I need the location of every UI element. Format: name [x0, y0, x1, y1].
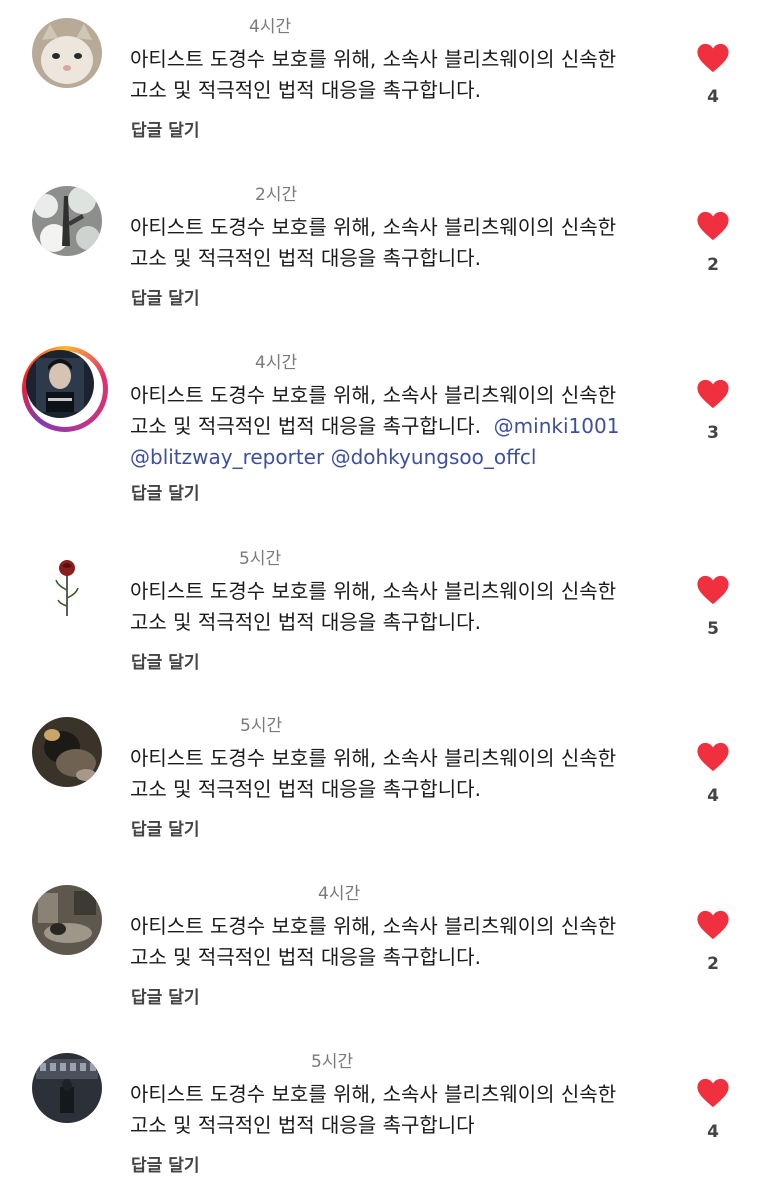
comment-text-line: 고소 및 적극적인 법적 대응을 촉구합니다. @minki1001: [130, 411, 690, 442]
avatar: [26, 350, 94, 418]
comment-text: 아티스트 도경수 보호를 위해, 소속사 블리츠웨이의 신속한 고소 및 적극적…: [130, 576, 690, 638]
avatar[interactable]: [32, 885, 102, 955]
comment-text: 아티스트 도경수 보호를 위해, 소속사 블리츠웨이의 신속한 고소 및 적극적…: [130, 212, 690, 274]
avatar-story-ring[interactable]: [22, 346, 108, 432]
heart-icon[interactable]: [696, 909, 730, 941]
comment-text-line: 고소 및 적극적인 법적 대응을 촉구합니다.: [130, 777, 481, 801]
like-count: 4: [707, 1122, 719, 1142]
comment-text: 아티스트 도경수 보호를 위해, 소속사 블리츠웨이의 신속한 고소 및 적극적…: [130, 911, 690, 973]
comment-text: 아티스트 도경수 보호를 위해, 소속사 블리츠웨이의 신속한 고소 및 적극적…: [130, 380, 690, 473]
comment-text: 아티스트 도경수 보호를 위해, 소속사 블리츠웨이의 신속한 고소 및 적극적…: [130, 1079, 690, 1141]
comment-timestamp: 5시간: [239, 549, 282, 569]
reply-button[interactable]: 답글 달기: [131, 648, 199, 673]
comment-text-line: @blitzway_reporter @dohkyungsoo_offcl: [130, 442, 690, 473]
comment-item: 2시간 아티스트 도경수 보호를 위해, 소속사 블리츠웨이의 신속한 고소 및…: [0, 168, 769, 328]
reply-button[interactable]: 답글 달기: [131, 815, 199, 840]
like-count: 4: [707, 786, 719, 806]
comment-timestamp: 4시간: [249, 17, 292, 37]
comment-text-line: 고소 및 적극적인 법적 대응을 촉구합니다.: [130, 246, 481, 270]
comment-text: 아티스트 도경수 보호를 위해, 소속사 블리츠웨이의 신속한 고소 및 적극적…: [130, 44, 690, 106]
like-count: 2: [707, 954, 719, 974]
reply-button[interactable]: 답글 달기: [131, 983, 199, 1008]
comment-text-line: 아티스트 도경수 보호를 위해, 소속사 블리츠웨이의 신속한: [130, 579, 617, 603]
heart-icon[interactable]: [696, 574, 730, 606]
comment-timestamp: 2시간: [255, 185, 298, 205]
comment-text: 아티스트 도경수 보호를 위해, 소속사 블리츠웨이의 신속한 고소 및 적극적…: [130, 743, 690, 805]
comment-item: 5시간 아티스트 도경수 보호를 위해, 소속사 블리츠웨이의 신속한 고소 및…: [0, 699, 769, 859]
comment-text-line: 고소 및 적극적인 법적 대응을 촉구합니다: [130, 1113, 475, 1137]
comment-text-line: 아티스트 도경수 보호를 위해, 소속사 블리츠웨이의 신속한: [130, 380, 690, 411]
heart-icon[interactable]: [696, 1077, 730, 1109]
comment-item: 5시간 아티스트 도경수 보호를 위해, 소속사 블리츠웨이의 신속한 고소 및…: [0, 1035, 769, 1195]
avatar[interactable]: [32, 186, 102, 256]
comment-text-line: 아티스트 도경수 보호를 위해, 소속사 블리츠웨이의 신속한: [130, 1082, 617, 1106]
comment-item: 4시간 아티스트 도경수 보호를 위해, 소속사 블리츠웨이의 신속한 고소 및…: [0, 0, 769, 160]
heart-icon[interactable]: [696, 378, 730, 410]
reply-button[interactable]: 답글 달기: [131, 116, 199, 141]
comment-timestamp: 4시간: [318, 884, 361, 904]
avatar[interactable]: [32, 717, 102, 787]
heart-icon[interactable]: [696, 741, 730, 773]
comment-text-line: 고소 및 적극적인 법적 대응을 촉구합니다.: [130, 945, 481, 969]
comment-item: 4시간 아티스트 도경수 보호를 위해, 소속사 블리츠웨이의 신속한 고소 및…: [0, 867, 769, 1027]
like-count: 2: [707, 255, 719, 275]
reply-button[interactable]: 답글 달기: [131, 284, 199, 309]
comment-text-line-1: 아티스트 도경수 보호를 위해, 소속사 블리츠웨이의 신속한: [130, 383, 617, 407]
comment-item: 4시간 아티스트 도경수 보호를 위해, 소속사 블리츠웨이의 신속한 고소 및…: [0, 336, 769, 512]
comment-text-line: 아티스트 도경수 보호를 위해, 소속사 블리츠웨이의 신속한: [130, 47, 617, 71]
comment-text-line: 아티스트 도경수 보호를 위해, 소속사 블리츠웨이의 신속한: [130, 215, 617, 239]
comment-text-line-2: 고소 및 적극적인 법적 대응을 촉구합니다.: [130, 414, 481, 438]
like-count: 3: [707, 423, 719, 443]
reply-button[interactable]: 답글 달기: [131, 479, 199, 504]
comment-timestamp: 5시간: [311, 1052, 354, 1072]
avatar[interactable]: [32, 550, 102, 620]
comment-timestamp: 4시간: [255, 353, 298, 373]
heart-icon[interactable]: [696, 210, 730, 242]
like-count: 4: [707, 87, 719, 107]
like-count: 5: [707, 619, 719, 639]
mention-link[interactable]: @minki1001: [494, 414, 620, 438]
avatar[interactable]: [32, 1053, 102, 1123]
avatar[interactable]: [32, 18, 102, 88]
comment-text-line: 고소 및 적극적인 법적 대응을 촉구합니다.: [130, 78, 481, 102]
mention-link[interactable]: @blitzway_reporter: [130, 445, 324, 469]
comment-text-line: 아티스트 도경수 보호를 위해, 소속사 블리츠웨이의 신속한: [130, 746, 617, 770]
comment-text-line: 고소 및 적극적인 법적 대응을 촉구합니다.: [130, 610, 481, 634]
reply-button[interactable]: 답글 달기: [131, 1151, 199, 1176]
heart-icon[interactable]: [696, 42, 730, 74]
comment-timestamp: 5시간: [240, 716, 283, 736]
comment-text-line: 아티스트 도경수 보호를 위해, 소속사 블리츠웨이의 신속한: [130, 914, 617, 938]
mention-link[interactable]: @dohkyungsoo_offcl: [331, 445, 537, 469]
comment-item: 5시간 아티스트 도경수 보호를 위해, 소속사 블리츠웨이의 신속한 고소 및…: [0, 532, 769, 692]
